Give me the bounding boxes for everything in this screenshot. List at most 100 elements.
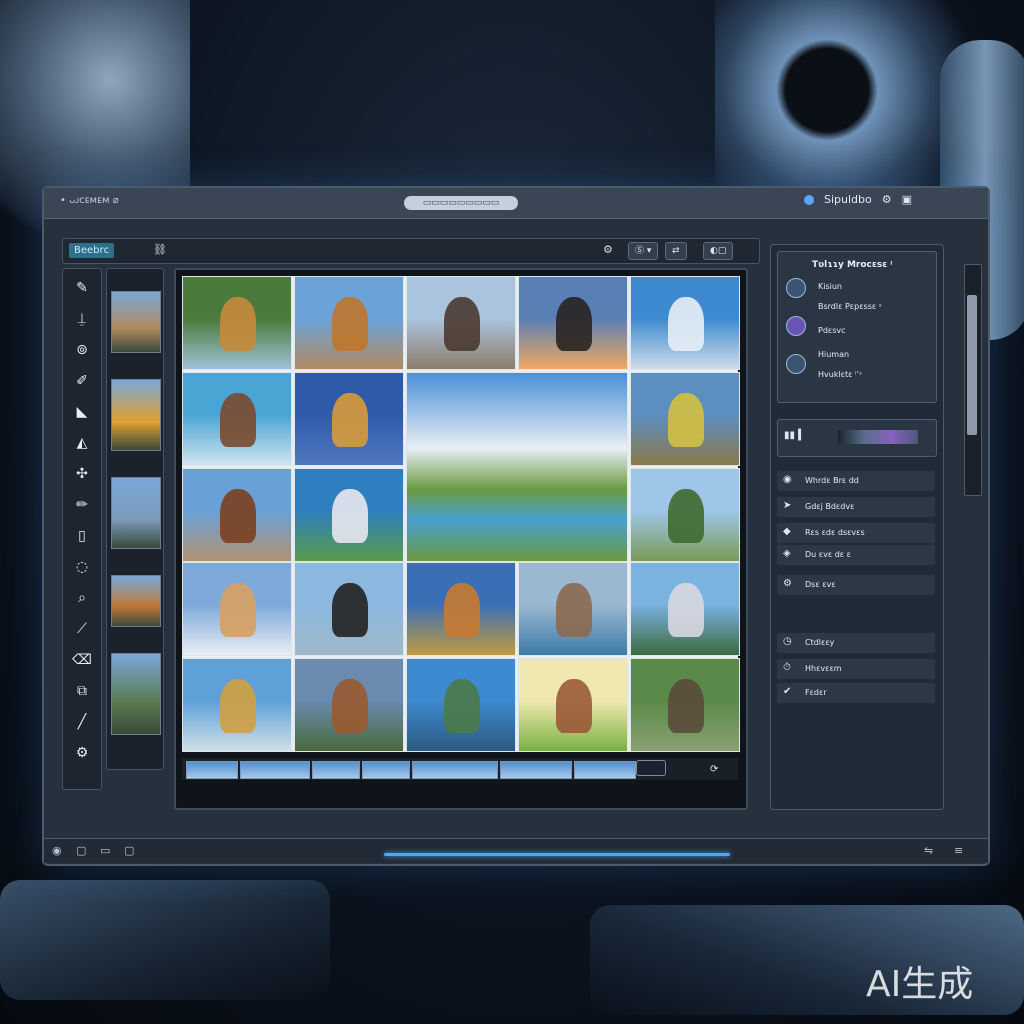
toolbar-swap-button[interactable]: ⇄: [665, 242, 687, 260]
grid-image-trees-field[interactable]: [630, 468, 740, 562]
filmstrip-next-icon[interactable]: ⟳: [710, 764, 718, 775]
lasso-icon[interactable]: ⊚: [71, 339, 93, 361]
property-row[interactable]: ◉ Whrdɛ Brɛ dd: [777, 471, 935, 491]
shape-icon[interactable]: ◭: [71, 432, 93, 454]
image-subject: [219, 679, 257, 733]
settings-icon[interactable]: ⚙: [71, 742, 93, 764]
image-subject: [219, 297, 257, 351]
status-icon-left[interactable]: ▢: [76, 844, 86, 857]
model-title-1[interactable]: Kisiun: [818, 282, 842, 291]
status-icon-left[interactable]: ▢: [124, 844, 134, 857]
brush-icon[interactable]: ✐: [71, 370, 93, 392]
grid-image-lake-mountains[interactable]: [406, 658, 516, 752]
thumbnail-item[interactable]: [111, 653, 161, 735]
grid-image-dog-mountains[interactable]: [406, 276, 516, 370]
globe-icon[interactable]: [804, 194, 814, 205]
layer-icon[interactable]: ▯: [71, 525, 93, 547]
link-icon[interactable]: ⛓: [153, 243, 167, 256]
pencil-icon[interactable]: ✏: [71, 494, 93, 516]
minimize-icon[interactable]: ▣: [902, 193, 912, 206]
desk-device-left-decor: [0, 880, 330, 1000]
grid-image-lion-forest[interactable]: [182, 276, 292, 370]
stamp-icon[interactable]: ⍊: [71, 308, 93, 330]
thumbnail-item[interactable]: [111, 379, 161, 451]
grid-image-bear-dog[interactable]: [294, 562, 404, 656]
grid-image-forest-path[interactable]: [630, 658, 740, 752]
title-bar-search[interactable]: ▭▭▭▭▭▭▭▭▭: [404, 196, 518, 210]
grid-image-bird-beach[interactable]: [182, 658, 292, 752]
image-subject: [443, 679, 481, 733]
filmstrip-nav-button[interactable]: [636, 760, 666, 776]
property-row[interactable]: ➤ Gdɛj Bdɛdvɛ: [777, 497, 935, 517]
status-icon-right[interactable]: ⇋: [924, 844, 933, 857]
property-row[interactable]: ◆ Rɛs ɛdɛ dsɛvɛs: [777, 523, 935, 543]
line-icon[interactable]: ╱: [71, 711, 93, 733]
grid-image-dog-forest[interactable]: [294, 658, 404, 752]
grid-image-corgi[interactable]: [182, 562, 292, 656]
app-badge[interactable]: Beebrᴄ: [69, 243, 115, 258]
toolbar-dropdown-button[interactable]: Ⓢ ▾: [628, 242, 659, 260]
filmstrip-frame[interactable]: [574, 761, 636, 779]
filmstrip-frame[interactable]: [500, 761, 572, 779]
image-subject: [443, 297, 481, 351]
fill-icon[interactable]: ◣: [71, 401, 93, 423]
model-avatar-1[interactable]: [786, 278, 806, 298]
model-title-2[interactable]: Pdɛsvc: [818, 326, 846, 335]
move-icon[interactable]: ✣: [71, 463, 93, 485]
property-row[interactable]: ⏱ Hhɛvɛɛm: [777, 659, 935, 679]
main-toolbar: Beebrᴄ ⛓ ⚙ Ⓢ ▾ ⇄ ◐▢: [62, 238, 760, 264]
title-bar-controls: Sipuldbo ⚙ ▣: [804, 193, 912, 206]
status-icon-left[interactable]: ◉: [52, 844, 62, 857]
tool-palette: ✎ ⍊ ⊚ ✐ ◣ ◭ ✣ ✏ ▯ ◌ ⌕ ⟋ ⌫ ⧉ ╱ ⚙: [62, 268, 102, 790]
title-bar-account-label[interactable]: Sipuldbo: [824, 193, 872, 206]
filmstrip-frame[interactable]: [312, 761, 360, 779]
thumbnail-item[interactable]: [111, 291, 161, 353]
eye-icon: ◉: [783, 474, 792, 485]
grid-image-river-landscape[interactable]: [406, 372, 628, 562]
grid-image-snow-mountain[interactable]: [630, 276, 740, 370]
eraser-icon[interactable]: ⌫: [71, 649, 93, 671]
grid-image-dog-sunset[interactable]: [518, 276, 628, 370]
grid-image-lion-desert[interactable]: [294, 276, 404, 370]
smudge-icon[interactable]: ⟋: [71, 618, 93, 640]
image-subject: [555, 679, 593, 733]
settings-icon[interactable]: ⚙: [603, 243, 613, 256]
clock-icon: ◷: [783, 636, 792, 647]
scrollbar-thumb[interactable]: [967, 295, 977, 435]
grid-image-horse-road[interactable]: [182, 468, 292, 562]
clone-icon[interactable]: ⧉: [71, 680, 93, 702]
color-gradient-bar[interactable]: [838, 430, 918, 444]
grid-image-city-water[interactable]: [518, 562, 628, 656]
grid-image-tree-yellow[interactable]: [630, 372, 740, 466]
property-row[interactable]: ◈ Du ɛvɛ dɛ ɛ: [777, 545, 935, 565]
filmstrip-frame[interactable]: [362, 761, 410, 779]
model-title-3[interactable]: Hiuman: [818, 350, 849, 359]
vertical-scrollbar[interactable]: [964, 264, 982, 496]
grid-image-woman-ocean[interactable]: [182, 372, 292, 466]
filmstrip-frame[interactable]: [412, 761, 498, 779]
image-subject: [443, 583, 481, 637]
grid-image-fox-grass[interactable]: [406, 562, 516, 656]
property-row[interactable]: ◷ Ctdlɛɛy: [777, 633, 935, 653]
thumbnail-item[interactable]: [111, 575, 161, 627]
grid-image-fox-sky[interactable]: [294, 372, 404, 466]
property-row[interactable]: ⚙ Dsɛ ɛvɛ: [777, 575, 935, 595]
image-subject: [555, 583, 593, 637]
grid-image-boar-meadow[interactable]: [518, 658, 628, 752]
model-avatar-3[interactable]: [786, 354, 806, 374]
filmstrip-frame[interactable]: [240, 761, 310, 779]
grid-image-castle-mountain[interactable]: [294, 468, 404, 562]
pen-icon[interactable]: ✎: [71, 277, 93, 299]
filmstrip-frame[interactable]: [186, 761, 238, 779]
status-icon-left[interactable]: ▭: [100, 844, 110, 857]
property-row-label: Hhɛvɛɛm: [805, 664, 842, 673]
status-icon-right[interactable]: ≡: [954, 844, 963, 857]
model-avatar-2[interactable]: [786, 316, 806, 336]
property-row[interactable]: ✔ Fɛdɛr: [777, 683, 935, 703]
toolbar-view-button[interactable]: ◐▢: [703, 242, 734, 260]
dodge-icon[interactable]: ⌕: [71, 587, 93, 609]
grid-image-castle-lake[interactable]: [630, 562, 740, 656]
crop-icon[interactable]: ◌: [71, 556, 93, 578]
settings-icon[interactable]: ⚙: [882, 193, 892, 206]
thumbnail-item[interactable]: [111, 477, 161, 549]
